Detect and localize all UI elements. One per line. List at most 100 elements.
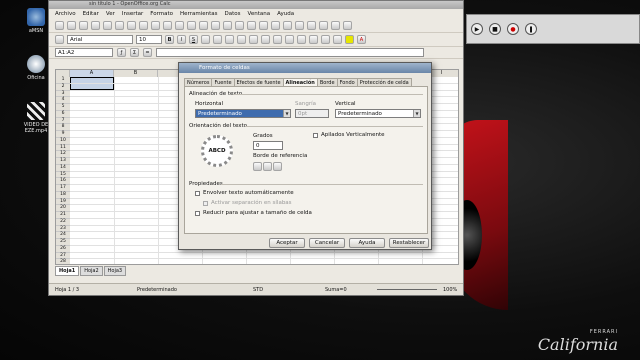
function-wizard-icon[interactable]: ƒ [117, 48, 126, 57]
vertical-select[interactable]: Predeterminado ▼ [335, 109, 421, 118]
shrink-checkbox[interactable] [195, 211, 200, 216]
menu-formato[interactable]: Formato [150, 11, 173, 17]
sheet-tab-hoja2[interactable]: Hoja2 [80, 266, 103, 276]
email-icon[interactable] [91, 21, 100, 30]
ref-edge-top-icon[interactable] [263, 162, 272, 171]
preview-icon[interactable] [139, 21, 148, 30]
spellcheck-icon[interactable] [151, 21, 160, 30]
row-header[interactable]: 13 [56, 158, 70, 165]
column-header[interactable]: A [70, 70, 114, 77]
cancel-button[interactable]: Cancelar [309, 238, 345, 248]
align-left-icon[interactable] [201, 35, 210, 44]
pause-icon[interactable]: ❚ [525, 23, 537, 35]
draw-icon[interactable] [295, 21, 304, 30]
menu-archivo[interactable]: Archivo [55, 11, 76, 17]
horizontal-select[interactable]: Predeterminado ▼ [195, 109, 291, 118]
open-icon[interactable] [67, 21, 76, 30]
stop-icon[interactable]: ■ [489, 23, 501, 35]
navigator-icon[interactable] [319, 21, 328, 30]
row-header[interactable]: 2 [56, 83, 70, 91]
row-header[interactable]: 8 [56, 124, 70, 131]
font-color-icon[interactable]: A [357, 35, 366, 44]
play-icon[interactable]: ▶ [471, 23, 483, 35]
save-icon[interactable] [79, 21, 88, 30]
row-header[interactable]: 24 [56, 232, 70, 239]
formula-input[interactable] [156, 48, 424, 57]
row-header[interactable]: 16 [56, 178, 70, 185]
sum-icon[interactable]: Σ [130, 48, 139, 57]
menu-ver[interactable]: Ver [106, 11, 115, 17]
chart-icon[interactable] [283, 21, 292, 30]
reset-button[interactable]: Restablecer [389, 238, 429, 248]
row-header[interactable]: 26 [56, 245, 70, 253]
brush-icon[interactable] [211, 21, 220, 30]
font-size-select[interactable]: 10 [136, 35, 162, 44]
align-center-icon[interactable] [213, 35, 222, 44]
menu-ventana[interactable]: Ventana [247, 11, 270, 17]
row-header[interactable]: 18 [56, 191, 70, 199]
column-header[interactable]: B [114, 70, 158, 77]
find-icon[interactable] [307, 21, 316, 30]
decimal-remove-icon[interactable] [297, 35, 306, 44]
print-icon[interactable] [127, 21, 136, 30]
orientation-dial[interactable]: ABCD [201, 135, 233, 167]
ref-edge-cell-icon[interactable] [273, 162, 282, 171]
styles-icon[interactable] [55, 35, 64, 44]
ref-edge-bottom-icon[interactable] [253, 162, 262, 171]
hyphen-checkbox[interactable] [203, 201, 208, 206]
menu-insertar[interactable]: Insertar [122, 11, 143, 17]
align-right-icon[interactable] [225, 35, 234, 44]
row-header[interactable]: 20 [56, 205, 70, 212]
row-header[interactable]: 25 [56, 239, 70, 246]
sort-desc-icon[interactable] [271, 21, 280, 30]
gallery-icon[interactable] [331, 21, 340, 30]
indent-less-icon[interactable] [309, 35, 318, 44]
font-name-select[interactable]: Arial [67, 35, 133, 44]
hyperlink-icon[interactable] [247, 21, 256, 30]
indent-more-icon[interactable] [321, 35, 330, 44]
autospell-icon[interactable] [163, 21, 172, 30]
redo-icon[interactable] [235, 21, 244, 30]
sheet-tab-hoja3[interactable]: Hoja3 [103, 266, 127, 276]
row-header[interactable]: 28 [56, 259, 70, 264]
degrees-input[interactable]: 0 [253, 141, 283, 150]
row-header[interactable]: 1 [56, 77, 70, 84]
new-icon[interactable] [55, 21, 64, 30]
sort-asc-icon[interactable] [259, 21, 268, 30]
row-header[interactable]: 17 [56, 185, 70, 192]
row-header[interactable]: 22 [56, 218, 70, 226]
sheet-tab-hoja1[interactable]: Hoja1 [55, 266, 80, 276]
record-icon[interactable]: ● [507, 23, 519, 35]
paste-icon[interactable] [199, 21, 208, 30]
bg-color-icon[interactable] [345, 35, 354, 44]
copy-icon[interactable] [187, 21, 196, 30]
wrap-checkbox[interactable] [195, 191, 200, 196]
help-button[interactable]: Ayuda [349, 238, 385, 248]
ok-button[interactable]: Aceptar [269, 238, 305, 248]
row-header[interactable]: 14 [56, 164, 70, 172]
row-header[interactable]: 5 [56, 104, 70, 111]
menu-herramientas[interactable]: Herramientas [180, 11, 217, 17]
cut-icon[interactable] [175, 21, 184, 30]
undo-icon[interactable] [223, 21, 232, 30]
decimal-add-icon[interactable] [285, 35, 294, 44]
equals-icon[interactable]: = [143, 48, 152, 57]
currency-icon[interactable] [261, 35, 270, 44]
borders-icon[interactable] [333, 35, 342, 44]
zoom-slider[interactable] [377, 289, 437, 290]
indent-input[interactable]: 0pt [295, 109, 329, 118]
menu-datos[interactable]: Datos [224, 11, 240, 17]
justify-icon[interactable] [237, 35, 246, 44]
row-header[interactable]: 21 [56, 212, 70, 219]
row-header[interactable]: 4 [56, 97, 70, 104]
edit-icon[interactable] [103, 21, 112, 30]
row-header[interactable]: 12 [56, 151, 70, 158]
menu-editar[interactable]: Editar [83, 11, 99, 17]
menu-ayuda[interactable]: Ayuda [277, 11, 294, 17]
bold-icon[interactable]: B [165, 35, 174, 44]
corner-cell[interactable] [56, 70, 70, 77]
name-box[interactable]: A1:A2 [55, 48, 113, 57]
help-icon[interactable] [343, 21, 352, 30]
percent-icon[interactable] [273, 35, 282, 44]
italic-icon[interactable]: I [177, 35, 186, 44]
